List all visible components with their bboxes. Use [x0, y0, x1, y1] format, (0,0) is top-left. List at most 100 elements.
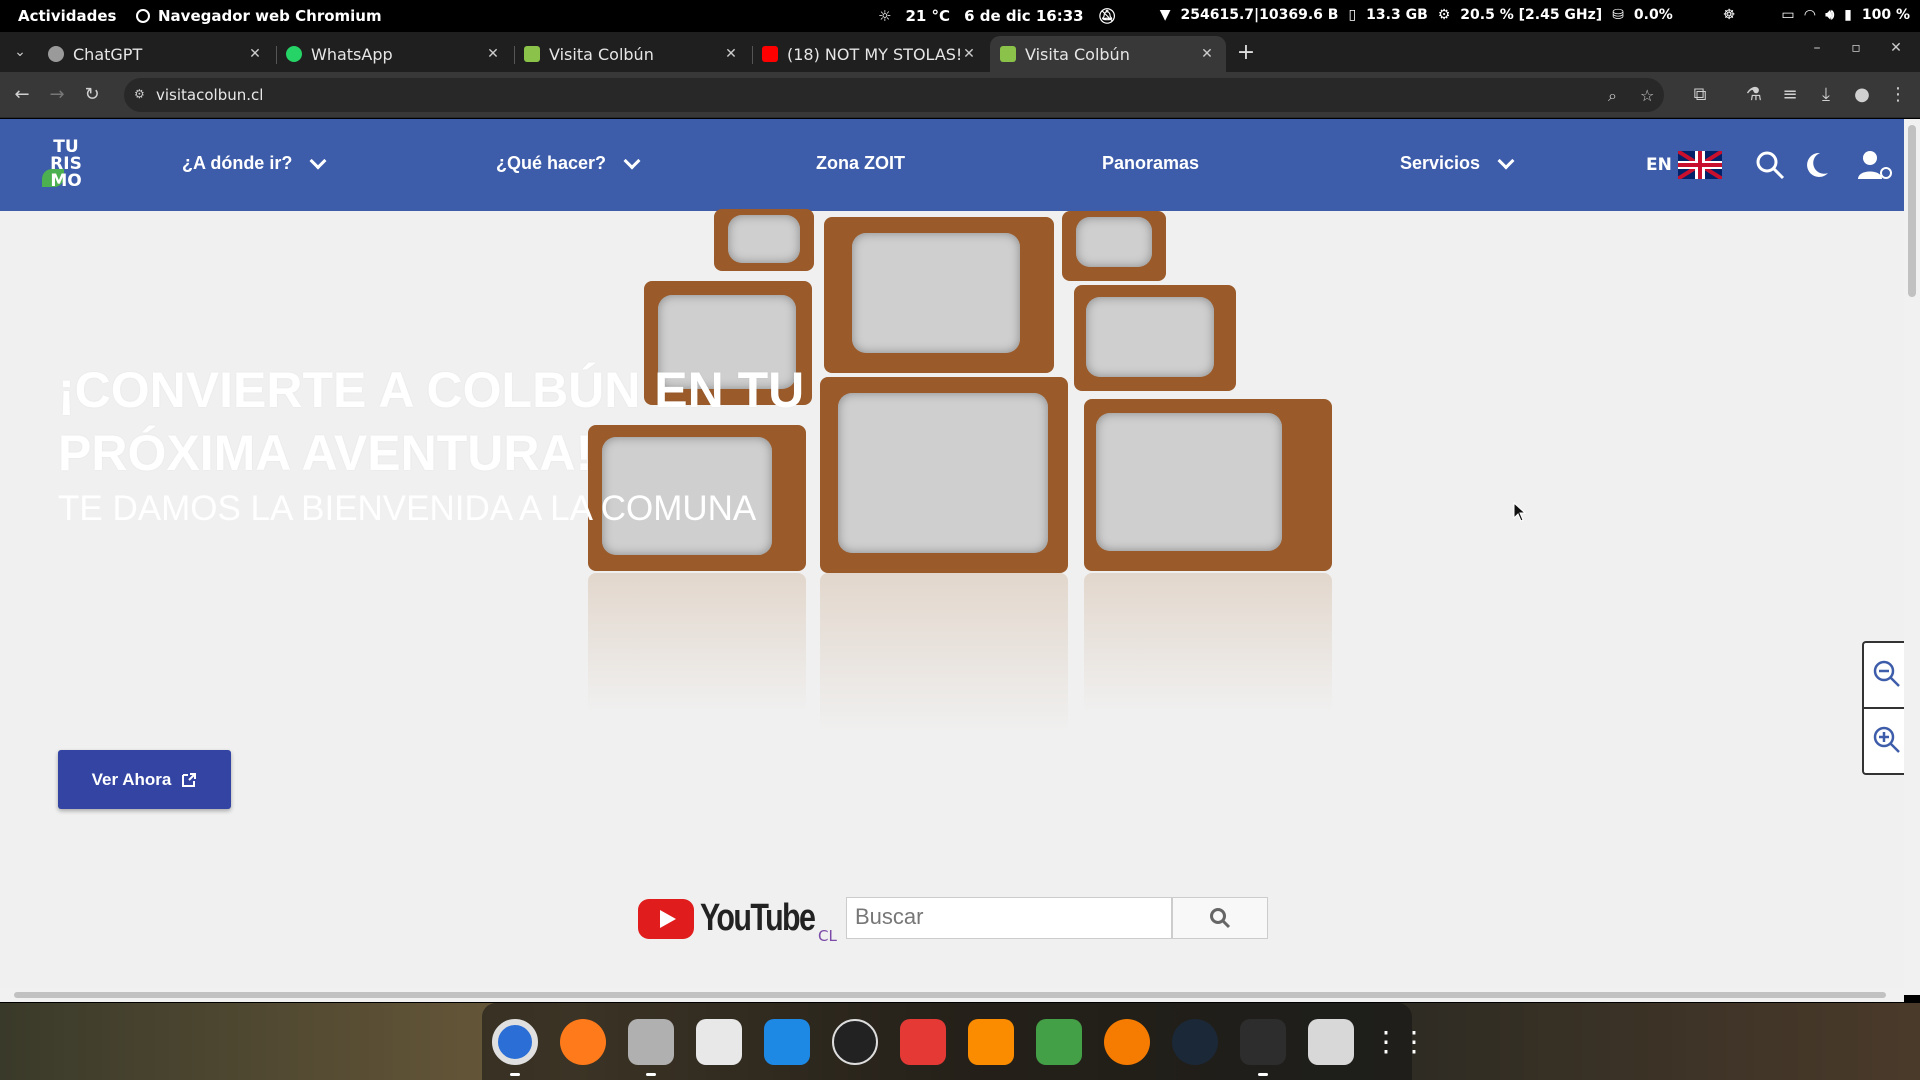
youtube-search-input[interactable]: Buscar: [846, 897, 1172, 939]
chatgpt-favicon-icon: [48, 46, 64, 62]
disk-icon: ⛁: [1612, 7, 1624, 23]
vertical-scrollbar[interactable]: [1904, 119, 1920, 995]
chromium-icon: [136, 9, 150, 23]
cpu-usage: 20.5 % [2.45 GHz]: [1460, 7, 1603, 23]
youtube-region-label: CL: [818, 927, 837, 945]
tab-title: ChatGPT: [73, 44, 143, 64]
steam-icon[interactable]: [1172, 1019, 1218, 1065]
vscode-icon[interactable]: [764, 1019, 810, 1065]
whatsapp-favicon-icon: [286, 46, 302, 62]
zoom-out-icon[interactable]: [1872, 659, 1902, 689]
youtube-wordmark: YouTube: [700, 897, 816, 939]
close-icon[interactable]: ✕: [246, 46, 264, 62]
ubuntu-dock: ⋮⋮: [0, 1003, 1920, 1080]
weather-temp: 21 °C: [905, 7, 951, 25]
extensions-icon[interactable]: ⧉: [1688, 83, 1712, 107]
profile-icon[interactable]: ●: [1850, 83, 1874, 107]
app-menu[interactable]: Navegador web Chromium: [136, 7, 382, 25]
app-name: Navegador web Chromium: [158, 7, 382, 25]
uk-flag-icon: [1677, 151, 1722, 179]
memory-usage: 13.3 GB: [1366, 7, 1428, 23]
chevron-down-icon: [623, 152, 641, 169]
free-presentation-app-icon[interactable]: [1036, 1019, 1082, 1065]
nav-zona-zoit[interactable]: Zona ZOIT: [816, 153, 905, 174]
horizontal-scrollbar[interactable]: [0, 988, 1904, 1002]
back-arrow-icon[interactable]: ←: [10, 83, 34, 107]
zoom-icon[interactable]: ⌕: [1608, 86, 1617, 106]
maximize-icon[interactable]: ▫: [1844, 40, 1868, 56]
close-icon[interactable]: ✕: [484, 46, 502, 62]
nav-label: Zona ZOIT: [816, 153, 905, 173]
memory-icon: ▯: [1348, 7, 1357, 23]
youtube-search-widget: YouTube CL Buscar: [638, 897, 1268, 945]
nav-label: ¿Qué hacer?: [496, 153, 607, 173]
bookmark-star-icon[interactable]: ☆: [1640, 86, 1654, 105]
wifi-icon: ◠: [1804, 7, 1816, 23]
menu-kebab-icon[interactable]: ⋮: [1886, 83, 1910, 107]
nav-donde-ir[interactable]: ¿A dónde ir?: [182, 152, 327, 174]
system-top-bar: Actividades Navegador web Chromium ☼ 21 …: [0, 0, 1920, 32]
tab-visita-colbun-1[interactable]: Visita Colbún ✕: [514, 36, 750, 72]
nav-label: Servicios: [1400, 153, 1481, 173]
close-icon[interactable]: ✕: [722, 46, 740, 62]
nav-panoramas[interactable]: Panoramas: [1102, 153, 1199, 174]
trash-icon[interactable]: [1308, 1019, 1354, 1065]
free-spreadsheet-app-icon[interactable]: [968, 1019, 1014, 1065]
site-header: TU RIS MO ¿A dónde ir? ¿Qué hacer? Zona …: [0, 119, 1904, 211]
cpu-icon: ⚙: [1437, 7, 1451, 23]
window-close-icon[interactable]: ✕: [1884, 40, 1908, 56]
tab-search-chevron-icon[interactable]: ⌄: [8, 40, 32, 64]
site-info-icon[interactable]: ⚙: [134, 87, 148, 101]
close-icon[interactable]: ✕: [1198, 46, 1216, 62]
reload-icon[interactable]: ↻: [80, 83, 104, 107]
address-bar[interactable]: ⚙ visitacolbun.cl ⌕ ☆: [124, 78, 1664, 112]
close-icon[interactable]: ✕: [960, 46, 978, 62]
nav-servicios[interactable]: Servicios: [1400, 152, 1515, 174]
system-indicators[interactable]: ▼ 254615.7|10369.6 B ▯ 13.3 GB ⚙ 20.5 % …: [1160, 7, 1910, 23]
disk-usage: 0.0%: [1633, 7, 1673, 23]
colbun-favicon-icon: [1000, 46, 1016, 62]
app-grid-icon[interactable]: ⋮⋮: [1372, 1019, 1428, 1065]
clock-area[interactable]: ☼ 21 °C 6 de dic 16:33 🔕︎: [878, 7, 1117, 25]
youtube-search-button[interactable]: [1172, 897, 1268, 939]
search-icon: [1210, 908, 1231, 929]
free-text-app-icon[interactable]: [900, 1019, 946, 1065]
files-icon[interactable]: [628, 1019, 674, 1065]
ver-ahora-button[interactable]: Ver Ahora: [58, 750, 231, 809]
media-control-icon[interactable]: ≡: [1778, 83, 1802, 107]
tab-chatgpt[interactable]: ChatGPT ✕: [38, 36, 274, 72]
software-store-icon[interactable]: [696, 1019, 742, 1065]
tab-youtube[interactable]: (18) NOT MY STOLAS!! ✕: [752, 36, 988, 72]
dark-mode-moon-icon[interactable]: [1800, 149, 1832, 181]
zoom-in-icon[interactable]: [1872, 725, 1902, 755]
download-icon[interactable]: ⤓: [1814, 83, 1838, 107]
nav-label: ¿A dónde ir?: [182, 153, 293, 173]
battery-level: 100 %: [1861, 7, 1910, 23]
weather-icon: ☼: [878, 7, 892, 25]
labs-flask-icon[interactable]: ⚗: [1742, 83, 1766, 107]
obs-icon[interactable]: [832, 1019, 878, 1065]
tab-title: Visita Colbún: [549, 44, 654, 64]
blender-icon[interactable]: [1104, 1019, 1150, 1065]
nav-que-hacer[interactable]: ¿Qué hacer?: [496, 152, 641, 174]
tab-title: WhatsApp: [311, 44, 393, 64]
search-icon[interactable]: [1754, 149, 1786, 181]
hero-title: ¡CONVIERTE A COLBÚN EN TU PRÓXIMA AVENTU…: [58, 362, 805, 481]
browser-toolbar: ← → ↻ ⚙ visitacolbun.cl ⌕ ☆ ⧉ ⚗ ≡ ⤓ ● ⋮: [0, 72, 1920, 118]
chromium-icon[interactable]: [492, 1019, 538, 1065]
forward-arrow-icon[interactable]: →: [45, 83, 69, 107]
user-login-icon[interactable]: [1856, 149, 1894, 181]
terminal-icon[interactable]: [1240, 1019, 1286, 1065]
tab-visita-colbun-active[interactable]: Visita Colbún ✕: [990, 36, 1226, 72]
tab-whatsapp[interactable]: WhatsApp ✕: [276, 36, 512, 72]
youtube-logo[interactable]: YouTube: [638, 897, 843, 940]
activities-button[interactable]: Actividades: [18, 7, 116, 25]
new-tab-button[interactable]: +: [1234, 40, 1258, 65]
minimize-icon[interactable]: –: [1805, 40, 1829, 56]
nav-label: Panoramas: [1102, 153, 1200, 173]
language-switch[interactable]: EN: [1646, 151, 1722, 179]
chevron-down-icon: [309, 152, 327, 169]
screen-share-icon: ▭: [1781, 7, 1795, 23]
site-logo[interactable]: TU RIS MO: [40, 139, 92, 193]
firefox-icon[interactable]: [560, 1019, 606, 1065]
